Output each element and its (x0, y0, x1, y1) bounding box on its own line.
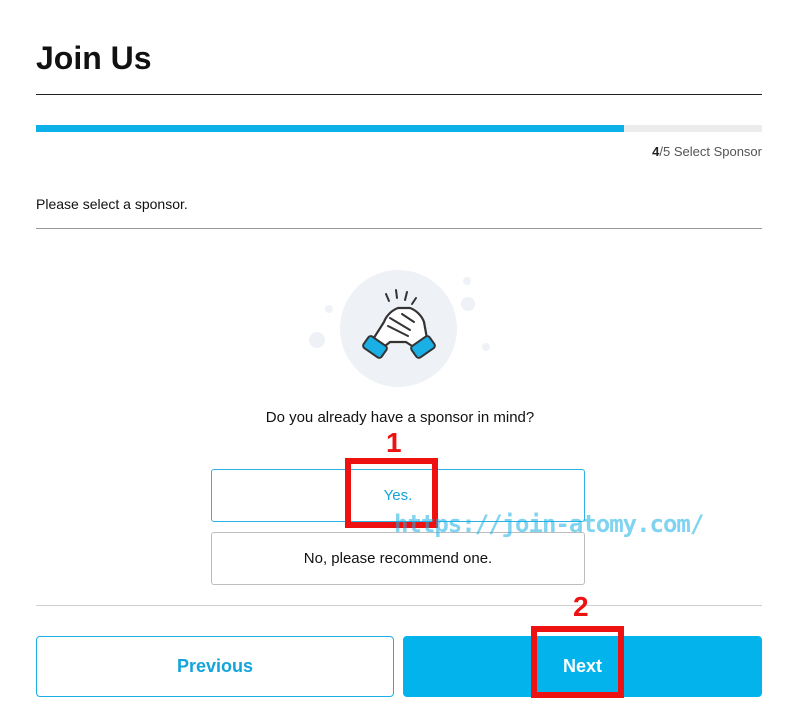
page-title: Join Us (36, 40, 152, 76)
decorative-dot (463, 277, 471, 285)
next-button[interactable]: Next (403, 636, 762, 697)
decorative-dot (325, 305, 333, 313)
yes-option-button[interactable]: Yes. (211, 469, 585, 522)
recommend-option-label: No, please recommend one. (303, 550, 493, 567)
prompt-divider (36, 228, 762, 229)
previous-button[interactable]: Previous (36, 636, 394, 697)
decorative-dot (309, 332, 325, 348)
previous-label: Previous (176, 656, 254, 676)
annotation-number-2: 2 (573, 591, 589, 622)
progress-bar-fill (36, 125, 625, 132)
sponsor-question: Do you already have a sponsor in mind? (265, 409, 535, 426)
next-label: Next (562, 656, 602, 676)
progress-bar (36, 125, 762, 132)
decorative-dot (482, 343, 490, 351)
title-divider (36, 94, 762, 95)
recommend-option-button[interactable]: No, please recommend one. (211, 532, 585, 585)
sponsor-prompt: Please select a sponsor. (36, 196, 188, 212)
yes-option-label: Yes. (383, 487, 413, 504)
decorative-dot (461, 297, 475, 311)
annotation-number-1: 1 (386, 427, 402, 458)
handshake-icon (362, 289, 436, 359)
step-indicator: 4/5 Select Sponsor (652, 144, 762, 160)
bottom-divider (36, 605, 762, 606)
step-label: /5 Select Sponsor (659, 144, 762, 159)
